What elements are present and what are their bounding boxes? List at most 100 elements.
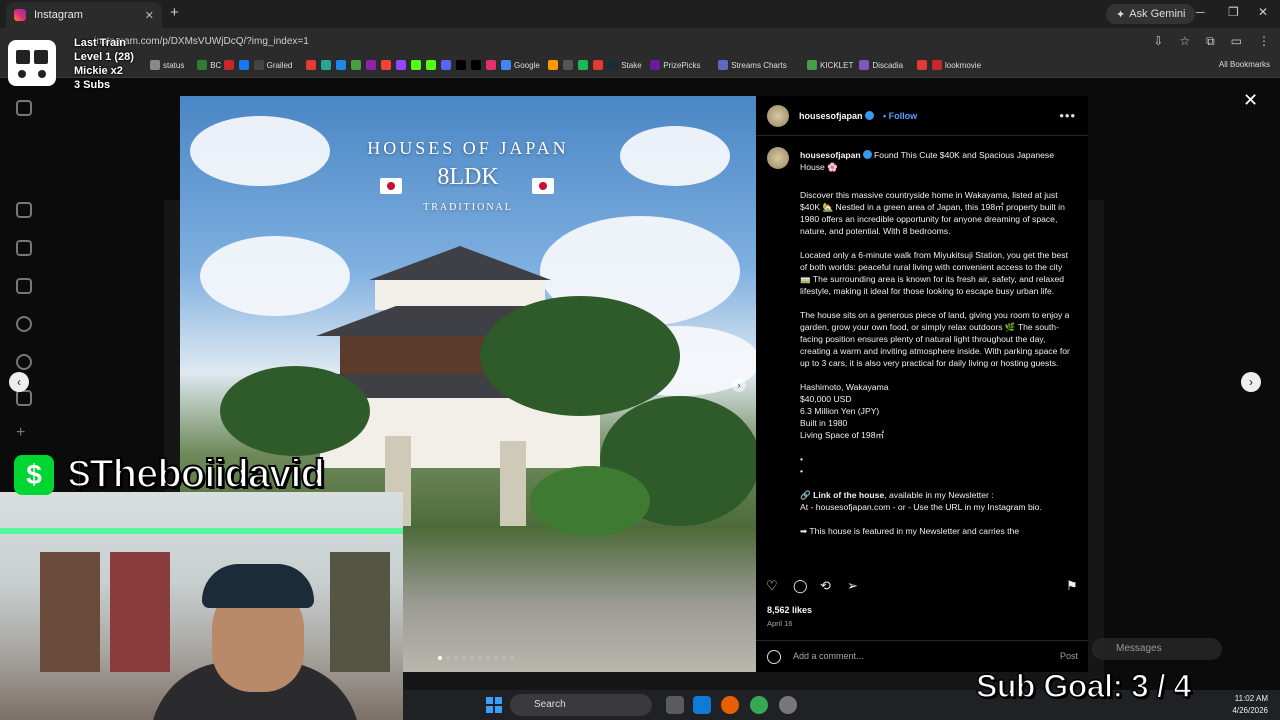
comment-icon[interactable]: ◯ — [793, 578, 808, 594]
sidepanel-icon[interactable]: ▭ — [1231, 34, 1242, 49]
close-window-icon[interactable]: ✕ — [1258, 5, 1268, 19]
link-paragraph: 🔗 Link of the house, available in my New… — [800, 490, 1042, 512]
messages-button[interactable]: Messages — [1092, 638, 1222, 660]
bookmark-item[interactable] — [411, 60, 421, 70]
bookmark-favicon-icon — [718, 60, 729, 70]
shelf — [40, 552, 100, 672]
author-username[interactable]: housesofjapan — [799, 111, 874, 121]
tab-instagram[interactable]: Instagram ✕ — [6, 2, 162, 28]
taskbar-search[interactable]: Search — [510, 694, 652, 716]
new-tab-button[interactable]: + — [170, 4, 179, 21]
bookmark-item[interactable] — [441, 60, 451, 70]
bookmark-item[interactable] — [306, 60, 316, 70]
bookmark-item[interactable]: lookmovie — [932, 60, 981, 70]
post-date[interactable]: April 16 — [767, 619, 792, 628]
bookmark-favicon-icon — [396, 60, 406, 70]
bookmark-star-icon[interactable]: ☆ — [1179, 34, 1190, 49]
bookmark-item[interactable] — [396, 60, 406, 70]
next-post-button[interactable]: › — [1241, 372, 1261, 392]
firefox-icon[interactable] — [721, 696, 739, 714]
bookmark-item[interactable] — [366, 60, 376, 70]
save-bookmark-icon[interactable]: ⚑ — [1066, 578, 1078, 594]
bookmark-item[interactable]: Grailed — [253, 60, 292, 70]
like-heart-icon[interactable]: ♡ — [766, 578, 778, 594]
url-field[interactable]: instagram.com/p/DXMsVUWjDcQ/?img_index=1 — [94, 32, 1074, 52]
cloud — [200, 236, 350, 316]
bookmark-item[interactable]: status — [150, 60, 184, 70]
emoji-icon[interactable] — [767, 650, 781, 664]
image-layout-text: 8LDK — [437, 164, 499, 190]
screen: Instagram ✕ + ✦ Ask Gemini ─ ❐ ✕ instagr… — [0, 0, 1280, 720]
bookmark-item[interactable]: KICKLET — [807, 60, 853, 70]
follow-button[interactable]: • Follow — [883, 111, 917, 121]
bookmark-favicon-icon — [608, 60, 619, 70]
notifications-icon[interactable] — [16, 390, 32, 406]
bookmark-item[interactable] — [223, 60, 234, 70]
ask-gemini-button[interactable]: ✦ Ask Gemini — [1106, 4, 1196, 24]
bookmark-item[interactable] — [381, 60, 391, 70]
repost-icon[interactable]: ⟲ — [820, 578, 831, 594]
previous-post-button[interactable]: ‹ — [9, 372, 29, 392]
home-icon[interactable] — [16, 202, 32, 218]
extensions-icon[interactable]: ⧉ — [1206, 34, 1215, 49]
likes-count[interactable]: 8,562 likes — [767, 605, 812, 615]
reels-icon[interactable] — [16, 240, 32, 256]
bookmark-item[interactable] — [471, 60, 481, 70]
bookmark-item[interactable] — [238, 60, 249, 70]
tab-close-icon[interactable]: ✕ — [145, 9, 154, 22]
install-icon[interactable]: ⇩ — [1153, 34, 1163, 49]
bookmark-item[interactable] — [486, 60, 496, 70]
bookmark-item[interactable] — [917, 60, 927, 70]
windows-start-icon[interactable] — [486, 697, 502, 713]
search-icon[interactable] — [16, 316, 32, 332]
bookmark-item[interactable] — [593, 60, 604, 70]
more-options-icon[interactable]: ••• — [1059, 108, 1076, 123]
bookmark-item[interactable]: Stake — [608, 60, 642, 70]
author-avatar[interactable] — [767, 105, 789, 127]
bookmarks-bar: All Bookmarks status BC Grailed Google Stake… — [0, 56, 1280, 78]
bookmark-favicon-icon — [197, 60, 208, 70]
all-bookmarks-button[interactable]: All Bookmarks — [1219, 60, 1270, 69]
carousel-dots — [438, 656, 514, 660]
train-level: Level 1 (28) — [74, 51, 134, 63]
bookmark-item[interactable]: Streams Charts — [718, 60, 787, 70]
caption-username[interactable]: housesofjapan — [800, 150, 861, 160]
bookmark-item[interactable] — [563, 60, 574, 70]
bookmark-item[interactable]: PrizePicks — [650, 60, 701, 70]
explore-icon[interactable] — [16, 354, 32, 370]
bookmark-item[interactable] — [456, 60, 466, 70]
bookmark-item[interactable] — [578, 60, 589, 70]
bookmark-item[interactable] — [351, 60, 361, 70]
menu-icon[interactable]: ⋮ — [1258, 34, 1270, 49]
bookmark-item[interactable]: BC — [197, 60, 221, 70]
messages-icon[interactable] — [16, 278, 32, 294]
bookmark-item[interactable] — [321, 60, 331, 70]
create-icon[interactable]: + — [16, 425, 32, 442]
bookmark-item[interactable] — [336, 60, 346, 70]
shelf — [330, 552, 390, 672]
comment-input[interactable]: Add a comment... — [793, 651, 864, 661]
led-strip — [0, 528, 403, 534]
restore-icon[interactable]: ❐ — [1228, 5, 1239, 19]
post-comment-button[interactable]: Post — [1060, 651, 1078, 661]
app-icon[interactable] — [779, 696, 797, 714]
instagram-logo-icon[interactable] — [16, 100, 32, 116]
chrome-icon[interactable] — [750, 696, 768, 714]
link-of-house[interactable]: 🔗 Link of the house — [800, 490, 884, 500]
edge-icon[interactable] — [693, 696, 711, 714]
system-clock[interactable]: 11:02 AM 4/26/2026 — [1232, 693, 1268, 717]
house-wall — [375, 280, 545, 310]
share-icon[interactable]: ➢ — [847, 578, 858, 594]
task-view-icon[interactable] — [666, 696, 684, 714]
caption-avatar[interactable] — [767, 147, 789, 169]
bookmark-item[interactable]: Discadia — [859, 60, 903, 70]
image-next-arrow-icon[interactable]: › — [732, 378, 746, 392]
bookmark-item[interactable] — [426, 60, 436, 70]
minimize-icon[interactable]: ─ — [1196, 5, 1205, 19]
bookmark-item[interactable]: Google — [501, 60, 540, 70]
bookmark-item[interactable] — [548, 60, 559, 70]
modal-close-icon[interactable]: ✕ — [1243, 90, 1258, 111]
caption-bullets: • • — [800, 454, 804, 476]
webcam-feed — [0, 492, 403, 720]
bookmark-favicon-icon — [917, 60, 927, 70]
